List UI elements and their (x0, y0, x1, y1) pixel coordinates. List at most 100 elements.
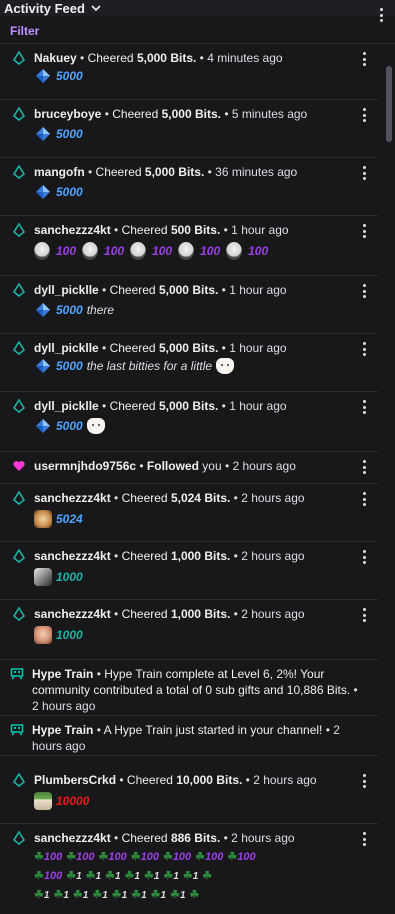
username[interactable]: Nakuey (34, 51, 77, 65)
clover-icon: ☘ (130, 851, 141, 863)
bits-icon (12, 831, 26, 845)
clover-icon: ☘ (111, 889, 122, 901)
clover-icon: ☘ (162, 851, 173, 863)
bits-amount: 100 (104, 244, 125, 258)
clover-icon: ☘ (66, 870, 77, 882)
clover-icon: ☘ (98, 851, 109, 863)
clover-icon: ☘ (34, 870, 44, 882)
cheer-gem-icon (36, 359, 50, 373)
list-item[interactable]: sanchezzz4kt • Cheered 886 Bits. • 2 hou… (0, 824, 378, 914)
hype-train-icon (10, 668, 24, 680)
clover-icon: ☘ (53, 889, 64, 901)
list-item[interactable]: sanchezzz4kt • Cheered 500 Bits. • 1 hou… (0, 216, 378, 276)
cheer-gem-icon (36, 419, 50, 433)
list-item[interactable]: PlumbersCrkd • Cheered 10,000 Bits. • 2 … (0, 766, 378, 824)
list-item[interactable]: sanchezzz4kt • Cheered 5,024 Bits. • 2 h… (0, 484, 378, 542)
cheer-gem-icon (36, 185, 50, 199)
clover-icon: ☘ (72, 889, 83, 901)
bits-icon (12, 51, 26, 65)
bits-amount: 100 (248, 244, 269, 258)
username[interactable]: sanchezzz4kt (34, 223, 111, 237)
username[interactable]: sanchezzz4kt (34, 607, 111, 621)
activity-feed-header: Activity Feed (0, 0, 395, 22)
bits-amount: 10000 (56, 794, 90, 808)
username[interactable]: sanchezzz4kt (34, 549, 111, 563)
list-item[interactable]: Hype Train • Hype Train complete at Leve… (0, 660, 378, 716)
cheer-gem-icon (36, 303, 50, 317)
item-options-icon[interactable] (362, 832, 366, 846)
clover-icon: ☘ (195, 851, 206, 863)
bits-amount: 5000 (56, 69, 83, 83)
bits-amount: 100 (152, 244, 173, 258)
bits-icon (12, 773, 26, 787)
cheer-emote-icon (34, 626, 52, 644)
heart-icon (13, 461, 25, 471)
cheer-emote-icon (34, 242, 50, 260)
item-options-icon[interactable] (362, 108, 366, 122)
bits-amount: 5000 (56, 303, 83, 317)
dog-emote-icon (216, 358, 235, 374)
item-options-icon[interactable] (362, 608, 366, 622)
clover-icon: ☘ (189, 889, 200, 901)
list-item[interactable]: Nakuey • Cheered 5,000 Bits. • 4 minutes… (0, 44, 378, 100)
username[interactable]: usermnjhdo9756c (34, 459, 136, 473)
cheer-message: the last bitties for a little (86, 359, 213, 373)
bits-icon (12, 607, 26, 621)
item-options-icon[interactable] (362, 460, 366, 474)
cheer-emote-icon (226, 242, 243, 260)
hype-train-icon (10, 724, 24, 736)
filter-bar: Filter (0, 18, 395, 44)
clover-icon: ☘ (143, 870, 154, 882)
list-item[interactable]: mangofn • Cheered 5,000 Bits. • 36 minut… (0, 158, 378, 216)
page-title: Activity Feed (4, 0, 85, 16)
clover-icon: ☘ (105, 870, 115, 882)
list-item[interactable]: dyll_picklle • Cheered 5,000 Bits. • 1 h… (0, 334, 378, 392)
list-item[interactable]: usermnjhdo9756c • Followed you • 2 hours… (0, 452, 378, 484)
bits-icon (12, 107, 26, 121)
list-item[interactable]: dyll_picklle • Cheered 5,000 Bits. • 1 h… (0, 276, 378, 334)
item-options-icon[interactable] (362, 492, 366, 506)
username[interactable]: dyll_picklle (34, 341, 99, 355)
clover-icon: ☘ (34, 851, 44, 863)
username[interactable]: sanchezzz4kt (34, 491, 111, 505)
list-item[interactable]: dyll_picklle • Cheered 5,000 Bits. • 1 h… (0, 392, 378, 452)
username[interactable]: mangofn (34, 165, 85, 179)
bits-icon (12, 399, 26, 413)
bits-icon (12, 341, 26, 355)
cheer-gem-icon (36, 127, 50, 141)
list-item[interactable]: Hype Train • A Hype Train just started i… (0, 716, 378, 756)
bits-amount: 100 (200, 244, 221, 258)
bits-amount: 5000 (56, 185, 83, 199)
clover-icon: ☘ (227, 851, 238, 863)
item-options-icon[interactable] (362, 166, 366, 180)
item-options-icon[interactable] (362, 284, 366, 298)
item-options-icon[interactable] (362, 52, 366, 66)
bits-icon (12, 549, 26, 563)
clover-icon: ☘ (182, 870, 193, 882)
cheer-emote-icon (178, 242, 195, 260)
cheer-gem-icon (36, 69, 50, 83)
username[interactable]: dyll_picklle (34, 283, 99, 297)
list-item[interactable]: bruceyboye • Cheered 5,000 Bits. • 5 min… (0, 100, 378, 158)
bits-icon (12, 223, 26, 237)
item-options-icon[interactable] (362, 400, 366, 414)
chevron-down-icon[interactable] (91, 3, 101, 13)
item-options-icon[interactable] (362, 342, 366, 356)
list-item[interactable]: sanchezzz4kt • Cheered 1,000 Bits. • 2 h… (0, 600, 378, 660)
filter-button[interactable]: Filter (10, 24, 39, 38)
item-options-icon[interactable] (362, 774, 366, 788)
username[interactable]: PlumbersCrkd (34, 773, 116, 787)
username[interactable]: bruceyboye (34, 107, 101, 121)
username[interactable]: dyll_picklle (34, 399, 99, 413)
clover-icon: ☘ (163, 870, 174, 882)
clover-icon: ☘ (170, 889, 180, 901)
username[interactable]: sanchezzz4kt (34, 831, 111, 845)
bits-icon (12, 491, 26, 505)
clover-icon: ☘ (150, 889, 161, 901)
scrollbar[interactable] (386, 48, 392, 914)
cheer-emote-icon (82, 242, 99, 260)
item-options-icon[interactable] (362, 224, 366, 238)
list-item[interactable]: sanchezzz4kt • Cheered 1,000 Bits. • 2 h… (0, 542, 378, 600)
scrollbar-thumb[interactable] (386, 66, 392, 142)
item-options-icon[interactable] (362, 550, 366, 564)
